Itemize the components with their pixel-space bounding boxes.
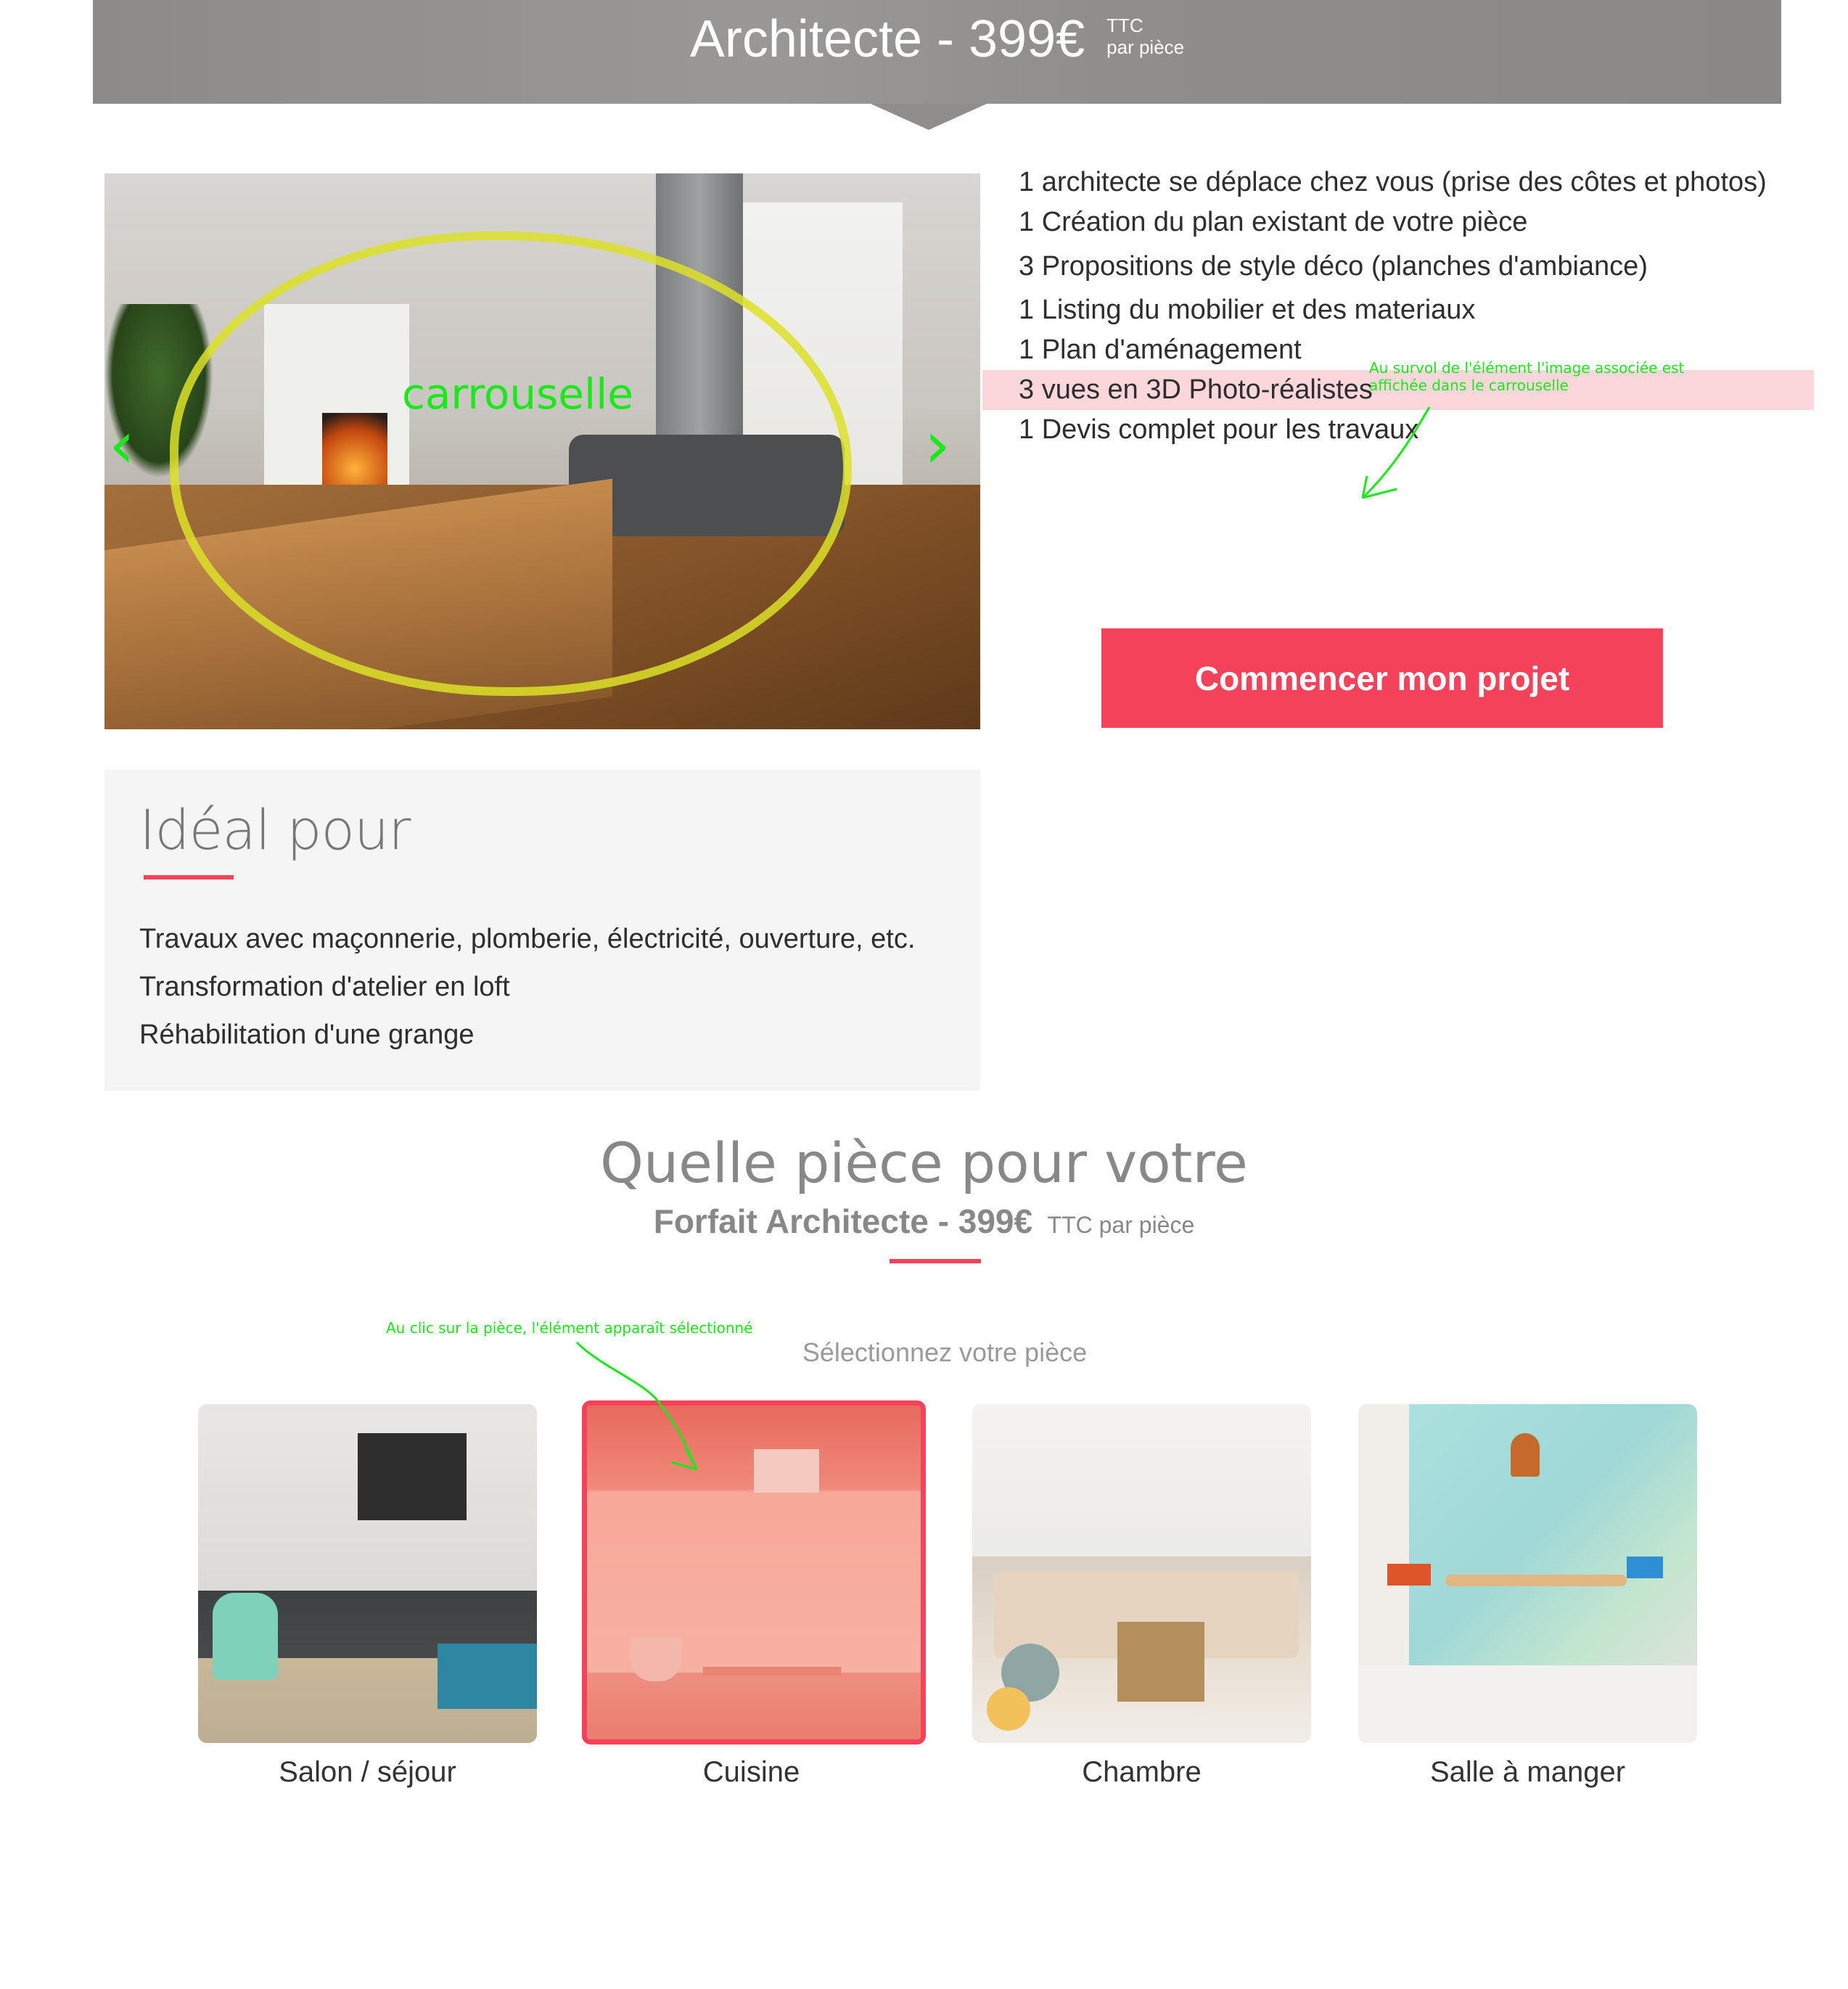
room-image-salon-chair	[213, 1593, 278, 1680]
package-price-note: TTC par pièce	[1047, 1212, 1195, 1238]
annotation-circle	[170, 231, 852, 696]
room-card-chambre[interactable]	[972, 1404, 1311, 1743]
room-image-cuisine-vase	[631, 1638, 681, 1681]
banner-notch	[871, 104, 987, 130]
select-room-label: Sélectionnez votre pièce	[802, 1337, 1088, 1367]
room-image-chambre-lamp	[987, 1687, 1030, 1731]
ideal-for-title: Idéal pour	[139, 797, 411, 862]
room-label-cuisine: Cuisine	[702, 1756, 800, 1788]
room-label-chambre: Chambre	[1082, 1756, 1202, 1788]
image-carousel[interactable]: carrouselle ‹ ›	[104, 173, 980, 729]
hover-annotation-arrow	[1361, 406, 1431, 499]
room-card-salle-a-manger[interactable]	[1358, 1404, 1697, 1743]
ttc-label: TTC	[1106, 15, 1143, 36]
ideal-for-item: Transformation d'atelier en loft	[139, 972, 510, 1002]
room-image-salle-a-manger-chair-red	[1387, 1564, 1431, 1586]
offer-title: Architecte - 399€ TTC par pièce	[93, 10, 1781, 68]
carousel-annotation-label: carrouselle	[402, 369, 633, 419]
room-image-chambre-basket	[1117, 1622, 1204, 1702]
start-project-button[interactable]: Commencer mon projet	[1101, 628, 1663, 728]
offer-title-text: Architecte - 399€	[689, 10, 1085, 68]
chevron-left-icon[interactable]: ‹	[109, 413, 135, 478]
feature-item[interactable]: 1 architecte se déplace chez vous (prise…	[1019, 163, 1781, 202]
room-image-salon-table	[438, 1644, 537, 1709]
feature-item[interactable]: 1 Listing du mobilier et des materiaux	[1019, 290, 1781, 330]
room-label-salle-a-manger: Salle à manger	[1429, 1756, 1626, 1788]
room-card-salon[interactable]	[198, 1404, 537, 1743]
chevron-right-icon[interactable]: ›	[924, 413, 950, 478]
room-section-subtitle: Forfait Architecte - 399€ TTC par pièce	[0, 1202, 1848, 1241]
room-section-title: Quelle pièce pour votre	[600, 1131, 1248, 1195]
ideal-for-panel: Idéal pour Travaux avec maçonnerie, plom…	[104, 770, 980, 1091]
per-room-label: par pièce	[1106, 36, 1185, 58]
feature-item[interactable]: 1 Création du plan existant de votre piè…	[1019, 202, 1781, 242]
ideal-for-item: Réhabilitation d'une grange	[139, 1020, 475, 1050]
click-annotation-arrow	[575, 1341, 698, 1471]
feature-item[interactable]: 3 Propositions de style déco (planches d…	[1019, 242, 1781, 290]
ideal-for-list: Travaux avec maçonnerie, plomberie, élec…	[139, 915, 915, 1059]
room-image-cuisine-plates	[754, 1449, 819, 1493]
room-section-underline	[890, 1259, 981, 1263]
room-label-salon: Salon / séjour	[279, 1756, 456, 1788]
room-image-salle-a-manger-lamp	[1511, 1433, 1540, 1477]
hover-annotation-note: Au survol de l'élément l'image associée …	[1369, 359, 1685, 394]
header-banner: Architecte - 399€ TTC par pièce	[93, 0, 1781, 104]
click-annotation-note: Au clic sur la pièce, l'élément apparaît…	[386, 1319, 753, 1337]
room-image-salle-a-manger-table	[1445, 1575, 1627, 1586]
room-image-salon-artwork	[358, 1433, 467, 1520]
ideal-for-item: Travaux avec maçonnerie, plomberie, élec…	[139, 924, 916, 954]
package-name: Forfait Architecte - 399€	[653, 1202, 1033, 1240]
room-image-salle-a-manger-chair-blue	[1627, 1557, 1663, 1578]
ideal-for-underline	[144, 875, 234, 879]
room-image-cuisine-board	[703, 1667, 841, 1676]
offer-price-note: TTC par pièce	[1106, 15, 1184, 58]
room-image-salle-a-manger-rug	[1358, 1665, 1697, 1743]
